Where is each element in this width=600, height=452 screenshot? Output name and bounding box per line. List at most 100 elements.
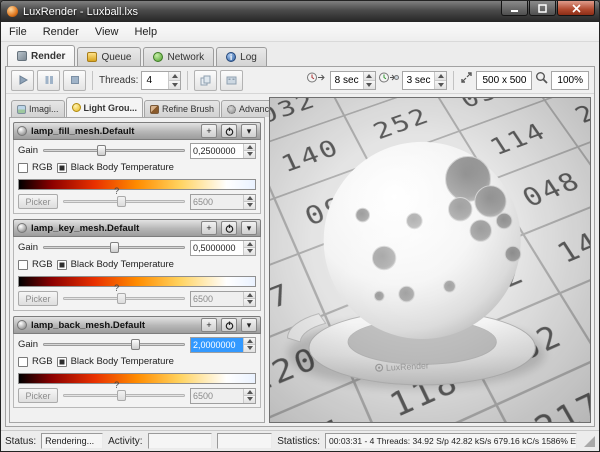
refine-brush-icon — [150, 104, 160, 114]
gain-down[interactable] — [244, 344, 255, 352]
rgb-checkbox[interactable] — [18, 259, 28, 270]
blackbody-gradient-bar[interactable] — [18, 179, 256, 190]
gain-down[interactable] — [244, 150, 255, 158]
gain-value[interactable]: 0,5000000 — [191, 240, 243, 255]
color-picker-button[interactable]: Picker — [18, 194, 58, 209]
light-group-header[interactable]: lamp_back_mesh.Default + ▾ — [13, 316, 261, 334]
temp-down[interactable] — [244, 395, 255, 403]
threads-stepper[interactable]: 4 — [141, 70, 182, 90]
threads-up[interactable] — [169, 71, 181, 80]
blackbody-gradient-bar[interactable] — [18, 276, 256, 287]
collapse-group-button[interactable]: ▾ — [241, 318, 257, 332]
zoom-level-display[interactable]: 100% — [551, 70, 589, 90]
temperature-slider[interactable]: ? — [62, 380, 186, 403]
tab-network[interactable]: Network — [143, 47, 215, 66]
gain-spinbox[interactable]: 0,5000000 — [190, 239, 256, 256]
menu-render[interactable]: Render — [35, 24, 87, 40]
main-tabbar: Render Queue Network i Log — [1, 42, 599, 66]
display-interval-stepper[interactable]: 8 sec — [329, 70, 376, 90]
minimize-button[interactable] — [501, 1, 528, 16]
display-interval-up[interactable] — [363, 71, 375, 80]
color-picker-button[interactable]: Picker — [18, 291, 58, 306]
luxball-render: LuxRender — [287, 141, 546, 389]
solo-group-button[interactable]: + — [201, 124, 217, 138]
tab-imaging[interactable]: Imagi... — [11, 100, 65, 117]
blackbody-checkbox[interactable] — [56, 162, 67, 173]
threads-down[interactable] — [169, 79, 181, 89]
render-start-button[interactable] — [11, 69, 34, 91]
blackbody-checkbox[interactable] — [56, 356, 67, 367]
write-interval-down[interactable] — [435, 79, 447, 89]
gain-spinbox[interactable]: 2,0000000 — [190, 336, 256, 353]
temp-down[interactable] — [244, 298, 255, 306]
temperature-spinbox[interactable]: 6500 — [190, 290, 256, 307]
blackbody-label: Black Body Temperature — [70, 356, 174, 367]
gain-slider[interactable] — [42, 143, 186, 158]
tab-render-label: Render — [31, 50, 66, 62]
resize-grip[interactable] — [584, 435, 595, 447]
render-stop-button[interactable] — [63, 69, 86, 91]
render-pause-button[interactable] — [37, 69, 60, 91]
display-interval-down[interactable] — [363, 79, 375, 89]
color-picker-button[interactable]: Picker — [18, 388, 58, 403]
unknown-marker: ? — [114, 283, 120, 293]
tab-refine-brush-label: Refine Brush — [162, 104, 215, 114]
save-image-button[interactable] — [220, 69, 244, 91]
threads-label: Threads: — [99, 74, 139, 86]
temperature-spinbox[interactable]: 6500 — [190, 387, 256, 404]
collapse-group-button[interactable]: ▾ — [241, 124, 257, 138]
blackbody-gradient-bar[interactable] — [18, 373, 256, 384]
gain-slider[interactable] — [42, 337, 186, 352]
copy-image-button[interactable] — [194, 69, 218, 91]
copy-icon — [200, 75, 211, 85]
tab-queue[interactable]: Queue — [77, 47, 142, 66]
write-interval-up[interactable] — [435, 71, 447, 80]
menu-view[interactable]: View — [87, 24, 127, 40]
close-button[interactable] — [557, 1, 595, 16]
lightgroups-icon — [71, 103, 81, 112]
render-view[interactable]: 2051862411181622072450931632202460321402… — [269, 97, 591, 423]
window-title: LuxRender - Luxball.lxs — [23, 5, 138, 18]
titlebar[interactable]: LuxRender - Luxball.lxs — [1, 1, 599, 22]
maximize-button[interactable] — [529, 1, 556, 16]
gain-down[interactable] — [244, 247, 255, 255]
collapse-group-button[interactable]: ▾ — [241, 221, 257, 235]
statistics-label: Statistics: — [277, 435, 320, 447]
temp-down[interactable] — [244, 201, 255, 209]
rgb-label: RGB — [32, 162, 53, 173]
stop-icon — [70, 76, 79, 84]
gain-spinbox[interactable]: 0,2500000 — [190, 142, 256, 159]
solo-group-button[interactable]: + — [201, 318, 217, 332]
gain-slider[interactable] — [42, 240, 186, 255]
tab-log[interactable]: i Log — [216, 47, 267, 66]
temperature-spinbox[interactable]: 6500 — [190, 193, 256, 210]
power-group-button[interactable] — [221, 221, 237, 235]
rgb-checkbox[interactable] — [18, 356, 28, 367]
power-group-button[interactable] — [221, 318, 237, 332]
gain-value-selected[interactable]: 2,0000000 — [191, 337, 243, 352]
menu-file[interactable]: File — [1, 24, 35, 40]
tab-refine-brush[interactable]: Refine Brush — [144, 100, 221, 117]
tab-render[interactable]: Render — [7, 45, 76, 66]
gain-label: Gain — [18, 145, 39, 156]
tab-lightgroups-label: Light Grou... — [83, 102, 138, 113]
light-group-header[interactable]: lamp_key_mesh.Default + ▾ — [13, 219, 261, 237]
rgb-checkbox[interactable] — [18, 162, 28, 173]
network-tab-icon — [153, 52, 164, 62]
write-interval-stepper[interactable]: 3 sec — [401, 70, 448, 90]
gear-icon — [227, 104, 237, 114]
power-group-button[interactable] — [221, 124, 237, 138]
temperature-slider[interactable]: ? — [62, 186, 186, 209]
gain-value[interactable]: 0,2500000 — [191, 143, 243, 158]
light-group-header[interactable]: lamp_fill_mesh.Default + ▾ — [13, 122, 261, 140]
light-group-name: lamp_fill_mesh.Default — [31, 125, 135, 137]
power-icon — [225, 224, 233, 233]
menu-help[interactable]: Help — [126, 24, 165, 40]
solo-group-button[interactable]: + — [201, 221, 217, 235]
tab-lightgroups[interactable]: Light Grou... — [65, 97, 144, 117]
rgb-label: RGB — [32, 356, 53, 367]
blackbody-checkbox[interactable] — [56, 259, 67, 270]
display-interval-icon — [306, 71, 327, 89]
temperature-slider[interactable]: ? — [62, 283, 186, 306]
light-group-body: Gain 2,0000000 RGB Black Body Temperatur… — [13, 334, 261, 408]
